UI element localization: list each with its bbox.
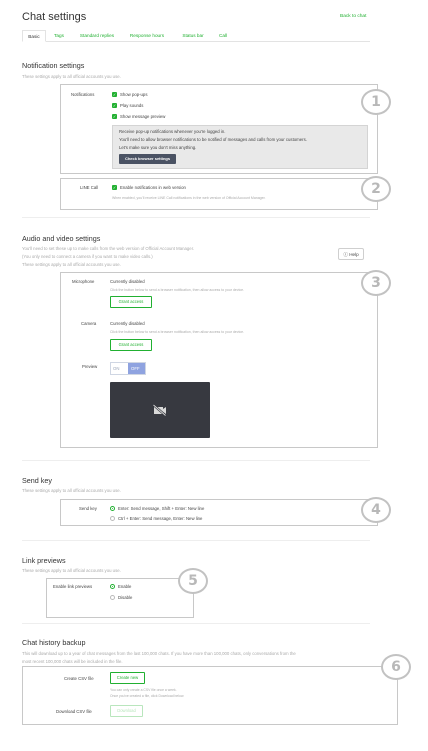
callout-badge-5: 5 (178, 568, 208, 594)
line-call-label: LINE Call (80, 185, 99, 190)
camera-label: Camera (81, 321, 97, 326)
link-previews-disable-label: Disable (118, 595, 133, 600)
callout-badge-2: 2 (361, 176, 391, 202)
tab-tags[interactable]: Tags (49, 30, 69, 42)
help-button[interactable]: ⓘ Help (338, 248, 364, 260)
info-line: Let's make sure you don't miss anything. (119, 145, 197, 150)
audio-desc-line: (You only need to connect a camera if yo… (22, 254, 153, 259)
camera-note: Click the button below to send a browser… (110, 330, 245, 334)
divider (22, 217, 370, 218)
create-csv-note: Once you've created a file, click Downlo… (110, 694, 185, 698)
callout-badge-1: 1 (361, 89, 391, 115)
back-to-chat-link[interactable]: Back to chat (340, 14, 366, 19)
chat-history-section-title: Chat history backup (22, 638, 86, 647)
notification-section-title: Notification settings (22, 61, 85, 70)
chat-history-desc-line: most recent 100,000 chats will be includ… (22, 659, 123, 664)
camera-off-icon (152, 404, 167, 416)
play-sounds-label: Play sounds (120, 103, 144, 108)
link-previews-section-title: Link previews (22, 556, 66, 565)
help-button-label: Help (349, 252, 359, 257)
send-key-section-desc: These settings apply to all official acc… (22, 488, 121, 493)
tab-call[interactable]: Call (215, 30, 231, 42)
divider (22, 623, 370, 624)
create-csv-label: Create CSV file (64, 676, 94, 681)
microphone-status: Currently disabled (110, 279, 145, 284)
link-previews-enable-label: Enable (118, 584, 132, 589)
send-key-box (60, 499, 378, 526)
page-title: Chat settings (22, 11, 87, 23)
download-csv-label: Download CSV file (56, 709, 92, 714)
link-previews-label: Enable link previews (53, 584, 93, 589)
audio-video-box (60, 272, 378, 448)
send-key-enter-label: Enter: Send message, Shift + Enter: New … (118, 506, 205, 511)
chat-history-desc-line: This will download up to a year of chat … (22, 651, 296, 656)
tab-standard-replies[interactable]: Standard replies (73, 30, 121, 42)
link-previews-disable-radio[interactable] (110, 595, 115, 600)
show-popups-checkbox[interactable]: ✓ (112, 92, 117, 97)
tab-status-bar[interactable]: Status bar (176, 30, 210, 42)
chat-history-box (22, 666, 398, 725)
info-line: Receive pop-up notifications whenever yo… (119, 129, 226, 134)
play-sounds-checkbox[interactable]: ✓ (112, 103, 117, 108)
microphone-label: Microphone (72, 279, 95, 284)
enable-web-notifications-label: Enable notifications in web version (120, 185, 186, 190)
info-line: You'll need to allow browser notificatio… (119, 137, 307, 142)
audio-desc-line: These settings apply to all official acc… (22, 262, 121, 267)
divider (22, 540, 370, 541)
tab-response-hours[interactable]: Response hours (125, 30, 169, 42)
create-new-button[interactable]: Create new (110, 672, 145, 684)
tab-basic[interactable]: Basic (22, 30, 46, 42)
microphone-note: Click the button below to send a browser… (110, 288, 245, 292)
microphone-grant-access-button[interactable]: Grant access (110, 296, 152, 308)
send-key-ctrl-enter-radio[interactable] (110, 516, 115, 521)
preview-toggle-off[interactable]: OFF (131, 366, 140, 371)
link-previews-section-desc: These settings apply to all official acc… (22, 568, 121, 573)
line-call-note: When enabled, you'll receive LINE Call n… (112, 196, 266, 200)
enable-web-notifications-checkbox[interactable]: ✓ (112, 185, 117, 190)
download-button[interactable]: Download (110, 705, 143, 717)
send-key-ctrl-enter-label: Ctrl + Enter: Send message, Enter: New l… (118, 516, 203, 521)
camera-grant-access-button[interactable]: Grant access (110, 339, 152, 351)
line-call-box (60, 178, 378, 210)
tab-bar: Basic Tags Standard replies Response hou… (22, 30, 370, 42)
check-browser-settings-button[interactable]: Check browser settings (119, 154, 176, 164)
callout-badge-3: 3 (361, 270, 391, 296)
preview-toggle-on[interactable]: ON (113, 366, 119, 371)
send-key-section-title: Send key (22, 476, 52, 485)
send-key-label: Send key (79, 506, 97, 511)
preview-label: Preview (82, 364, 98, 369)
send-key-enter-radio[interactable] (110, 506, 115, 511)
link-previews-enable-radio[interactable] (110, 584, 115, 589)
show-message-preview-checkbox[interactable]: ✓ (112, 114, 117, 119)
divider (22, 460, 370, 461)
audio-section-title: Audio and video settings (22, 234, 101, 243)
callout-badge-6: 6 (381, 654, 411, 680)
camera-status: Currently disabled (110, 321, 145, 326)
audio-desc-line: You'll need to set these up to make call… (22, 246, 195, 251)
notifications-label: Notifications (71, 92, 95, 97)
notification-section-desc: These settings apply to all official acc… (22, 74, 121, 79)
show-message-preview-label: Show message preview (120, 114, 166, 119)
create-csv-note: You can only create a CSV file once a we… (110, 688, 177, 692)
callout-badge-4: 4 (361, 497, 391, 523)
show-popups-label: Show pop-ups (120, 92, 148, 97)
